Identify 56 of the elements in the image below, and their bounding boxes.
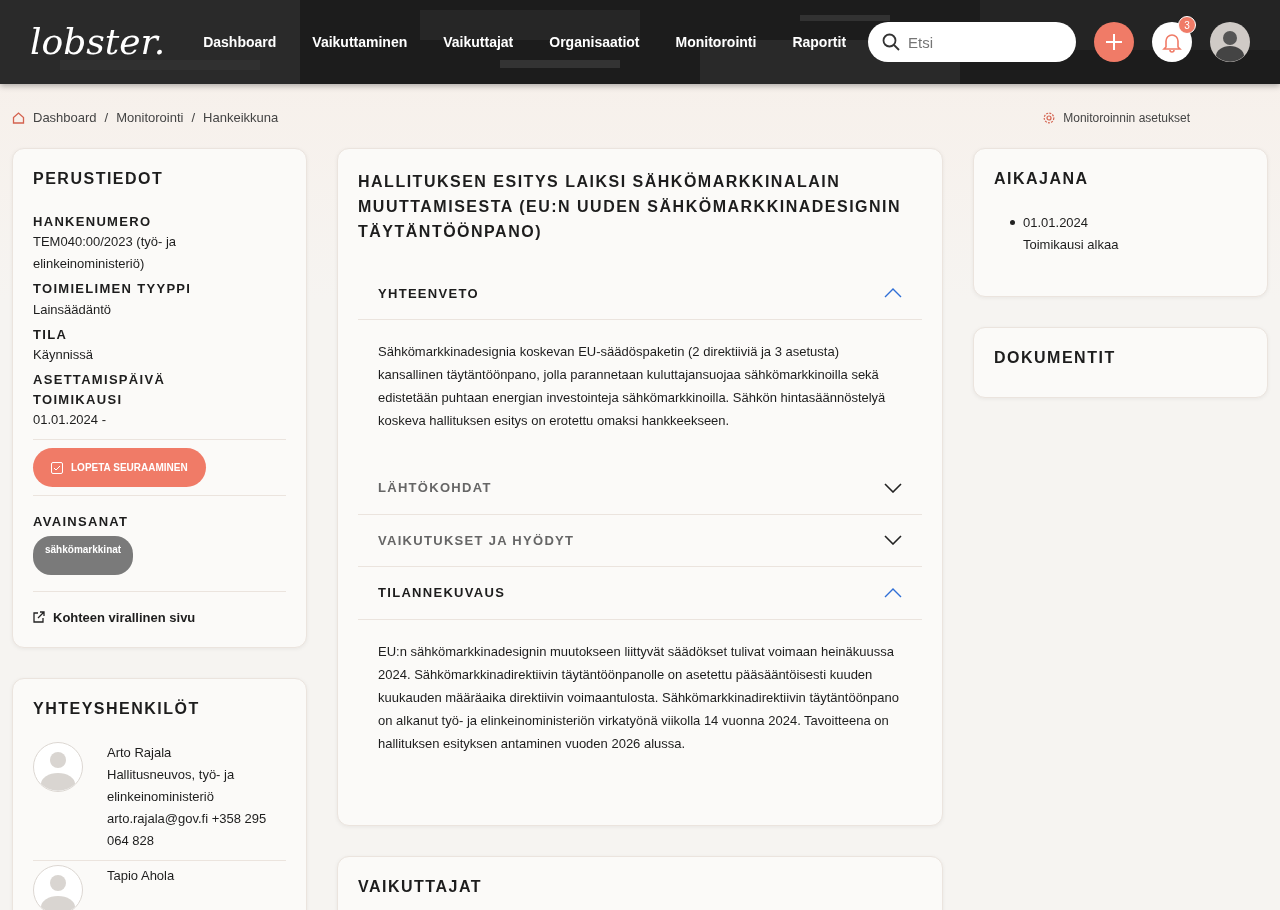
contact-name: Tapio Ahola (107, 867, 175, 886)
nav-link[interactable]: Monitorointi (657, 31, 775, 53)
card-title: VAIKUTTAJAT (358, 876, 484, 896)
nav-link[interactable]: Dashboard (185, 31, 295, 53)
project-title: HALLITUKSEN ESITYS LAIKSI SÄHKÖMARKKINALAIN MUUTTAMISESTA (EU:N UUDEN SÄHKÖMARKKINADESIGNIN TÄYTÄNTÖÖNPANO) (358, 171, 903, 242)
chevron-down-icon (884, 482, 902, 493)
accordion-header[interactable]: LÄHTÖKOHDAT (358, 462, 922, 515)
chevron-up-icon (884, 288, 902, 299)
field-value: 01.01.2024 - (33, 411, 107, 430)
field-label: TOIMIKAUSI (33, 390, 124, 409)
breadcrumb-separator: / (104, 109, 109, 127)
external-link-icon (33, 611, 45, 624)
contact-name: Arto Rajala (107, 744, 173, 763)
gear-icon (1043, 111, 1056, 124)
field-value: Lainsäädäntö (33, 300, 113, 319)
chevron-up-icon (884, 587, 902, 598)
accordion-header[interactable]: TILANNEKUVAUS (358, 567, 922, 620)
field-label: HANKENUMERO (33, 212, 153, 231)
field-label: TOIMIELIMEN TYYPPI (33, 280, 193, 299)
home-icon (12, 111, 25, 125)
field-label: ASETTAMISPÄIVÄ (33, 371, 167, 390)
card-title: AIKAJANA (994, 168, 1090, 188)
nav-link[interactable]: Organisaatiot (531, 31, 658, 53)
field-label: TILA (33, 325, 69, 344)
nav-link[interactable]: Vaikuttaminen (294, 31, 426, 53)
chevron-down-icon (884, 535, 902, 546)
card-title: YHTEYSHENKILÖT (33, 699, 201, 719)
accordion-header[interactable]: VAIKUTUKSET JA HYÖDYT (358, 514, 922, 567)
avatar-icon[interactable] (1210, 22, 1250, 62)
nav-link[interactable]: Vaikuttajat (425, 31, 532, 53)
breadcrumb-separator: / (191, 109, 196, 127)
section-text: Sähkömarkkinadesignia koskevan EU-säädöspaketin (2 direktiiviä ja 3 asetusta) kansallinen täytäntöönpano, jolla parannetaan kuluttajansuojaa sähkömarkkinoilla sekä edistetään puhtaan energian investointeja sähkömarkkinoilla. Sähkön hintasäännöstelyä koskeva hallituksen esitys on erotettu omaksi hankkeekseen. (377, 343, 887, 430)
accordion-header[interactable]: YHTEENVETO (358, 267, 922, 320)
plus-icon (1105, 33, 1123, 51)
breadcrumb-link[interactable]: Dashboard (33, 108, 97, 128)
nav-link[interactable]: Raportit (774, 31, 865, 53)
settings-link[interactable]: Monitoroinnin asetukset (1063, 108, 1190, 127)
event-date: 01.01.2024 (1023, 213, 1090, 232)
field-value: Käynnissä (33, 346, 94, 365)
section-label: AVAINSANAT (33, 513, 130, 532)
official-page-link[interactable]: Kohteen virallinen sivu (33, 607, 286, 628)
card-title: PERUSTIEDOT (33, 168, 165, 188)
checkbox-icon (51, 461, 63, 474)
bullet-icon (1010, 219, 1015, 225)
section-text: EU:n sähkömarkkinadesignin muutokseen liittyvät säädökset tulivat voimaan heinäkuussa 2024. Sähkömarkkinadirektiivin täytäntöönpanolle on asetettu pääsääntöisesti kuuden kuukauden määräaika direktiivin voimaantulosta. Sähkömarkkinadirektiivin täytäntöönpano on alkanut työ- ja elinkeinoministeriön virkatyönä viikolla 14 vuonna 2024. Tavoitteena on hallituksen esityksen antaminen vuoden 2026 alussa. (377, 642, 900, 753)
breadcrumb-link[interactable]: Monitorointi (116, 108, 184, 128)
card-title: DOKUMENTIT (994, 347, 1117, 367)
field-value: TEM040:00/2023 (työ- ja elinkeinoministeriö) (33, 233, 178, 274)
logo[interactable]: lobster. (30, 15, 166, 69)
breadcrumb-link[interactable]: Hankeikkuna (203, 108, 279, 128)
contact-details: arto.rajala@gov.fi +358 295 064 828 (107, 810, 268, 851)
bell-icon (1161, 31, 1183, 53)
avatar-placeholder-icon (33, 742, 83, 793)
event-label: Toimikausi alkaa (1023, 235, 1119, 254)
keyword-tag[interactable]: sähkömarkkinat (33, 535, 134, 575)
search-field[interactable]: Etsi (868, 22, 1076, 62)
